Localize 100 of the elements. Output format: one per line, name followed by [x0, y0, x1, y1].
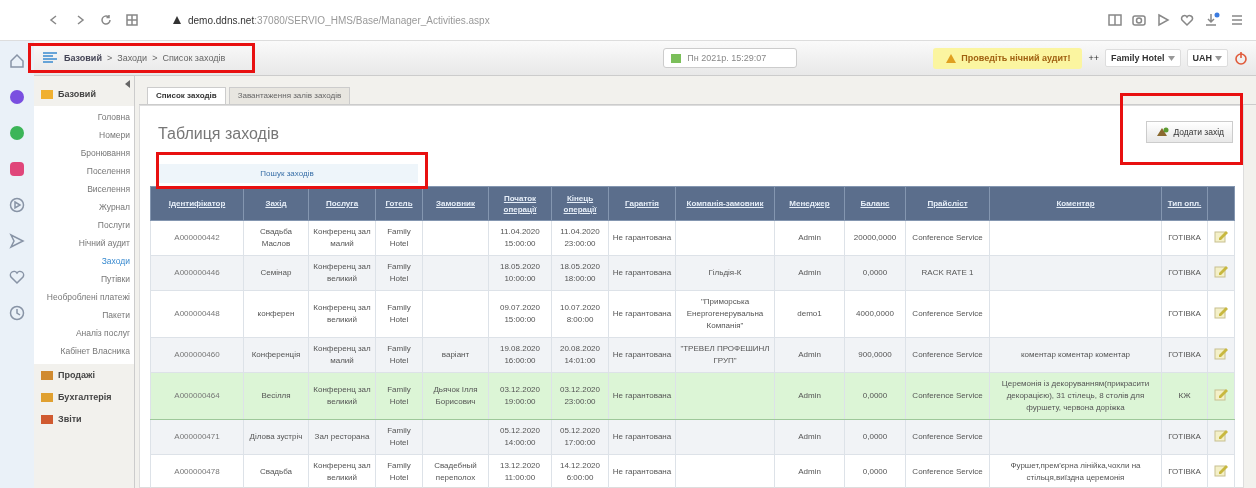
sidebar-item[interactable]: Кабінет Власника — [60, 342, 130, 360]
sidebar-item[interactable]: Журнал — [98, 198, 130, 216]
heart-icon[interactable] — [9, 269, 25, 285]
breadcrumb-link[interactable]: Заходи — [117, 53, 148, 63]
column-header[interactable]: Замовник — [422, 186, 489, 221]
table-cell: A000000464 — [150, 372, 244, 420]
table-cell: A000000442 — [150, 220, 244, 256]
table-cell: Conference Service — [905, 290, 990, 338]
table-cell: A000000478 — [150, 454, 244, 488]
tab[interactable]: Завантаження залів заходів — [228, 87, 351, 104]
sidebar-section[interactable]: Продажі — [58, 370, 95, 380]
table-cell: Конференц зал малий — [308, 220, 376, 256]
heart-icon[interactable] — [1180, 13, 1194, 27]
sidebar-item[interactable]: Бронювання — [80, 144, 130, 162]
table-cell: Family Hotel — [375, 290, 423, 338]
sidebar-item[interactable]: Необроблені платежі — [46, 288, 130, 306]
clock-icon[interactable] — [9, 305, 25, 321]
table-cell: Admin — [774, 419, 845, 455]
column-header[interactable]: Гарантія — [608, 186, 676, 221]
sidebar-item[interactable]: Аналіз послуг — [75, 324, 130, 342]
address-field[interactable]: demo.ddns.net:37080/SERVIO_HMS/Base/Manager_Activities.aspx — [188, 14, 490, 26]
warning-text: Проведіть нічний аудит! — [961, 53, 1071, 63]
warning-banner[interactable]: Проведіть нічний аудит! — [933, 47, 1083, 69]
date-text: Пн 2021р. 15:29:07 — [687, 53, 767, 63]
column-header[interactable]: Кінець операції — [551, 186, 609, 221]
edit-icon[interactable] — [1214, 264, 1228, 278]
table-row[interactable]: A000000442 Свадьба Маслов Конференц зал малий Family Hotel 11.04.2020 15:00:00 11.04.2020 23:00:00 Не гарантована Admin 20000,0000 Conference Service ГОТІВКА — [150, 220, 1235, 256]
table-row[interactable]: A000000446 Семінар Конференц зал великий Family Hotel 18.05.2020 10:00:00 18.05.2020 18:00:00 Не гарантована Гільдія-К Admin 0,0000 RACK RATE 1 ГОТІВКА — [150, 255, 1235, 291]
table-cell: A000000448 — [150, 290, 244, 338]
table-cell: Свадьба Маслов — [243, 220, 309, 256]
currency-select[interactable]: UAH — [1186, 49, 1228, 67]
grid-icon[interactable] — [126, 14, 138, 26]
reload-icon[interactable] — [100, 14, 112, 26]
table-cell: 09.07.2020 15:00:00 — [488, 290, 552, 338]
table-row[interactable] — [150, 372, 1235, 420]
table-cell: Дьячок Ілля Борисович — [422, 372, 489, 420]
play-icon[interactable] — [9, 197, 25, 213]
sidebar-section[interactable]: Базовий — [58, 89, 96, 99]
power-icon[interactable] — [1234, 51, 1248, 65]
reader-icon[interactable] — [1108, 13, 1122, 27]
table-cell: 05.12.2020 14:00:00 — [488, 419, 552, 455]
sidebar-item[interactable]: Виселення — [87, 180, 130, 198]
table-cell: коментар коментар коментар — [989, 337, 1162, 373]
hotel-select[interactable]: Family Hotel — [1105, 49, 1181, 67]
table-cell: варіант — [422, 337, 489, 373]
column-header[interactable]: Менеджер — [774, 186, 845, 221]
table-row[interactable]: A000000448 конферен Конференц зал великий Family Hotel 09.07.2020 15:00:00 10.07.2020 8:00:00 Не гарантована "Приморська Енергогенерувальна Компанія" demo1 4000,0000 Conference Service ГОТІВКА — [150, 290, 1235, 338]
sidebar-section[interactable]: Бухгалтерія — [58, 392, 112, 402]
edit-icon[interactable] — [1214, 463, 1228, 477]
sidebar-section[interactable]: Звіти — [58, 414, 82, 424]
table-cell: Conference Service — [905, 337, 990, 373]
collapse-icon[interactable] — [125, 80, 130, 88]
sidebar-item[interactable]: Пакети — [102, 306, 130, 324]
table-cell: A000000460 — [150, 337, 244, 373]
table-row[interactable] — [150, 454, 1235, 488]
sidebar-item[interactable]: Поселення — [86, 162, 130, 180]
add-button[interactable]: Додати захід — [1146, 121, 1233, 143]
sidebar-item[interactable]: Номери — [99, 126, 130, 144]
search-link[interactable]: Пошук заходів — [156, 164, 418, 183]
table-cell: Не гарантована — [608, 337, 676, 373]
column-header[interactable]: Баланс — [844, 186, 906, 221]
column-header[interactable]: Прайсліст — [905, 186, 990, 221]
table-cell: Весілля — [243, 372, 309, 420]
play-icon[interactable] — [1156, 13, 1170, 27]
tab[interactable]: Список заходів — [147, 87, 226, 104]
edit-icon[interactable] — [1214, 387, 1228, 401]
column-header[interactable]: Початок операції — [488, 186, 552, 221]
home-icon[interactable] — [9, 53, 25, 69]
edit-icon[interactable] — [1214, 305, 1228, 319]
table-cell: Не гарантована — [608, 419, 676, 455]
table-cell: RACK RATE 1 — [905, 255, 990, 291]
sidebar-item[interactable]: Послуги — [97, 216, 130, 234]
table-cell: Семінар — [243, 255, 309, 291]
send-icon[interactable] — [9, 233, 25, 249]
table-row[interactable]: A000000471 Ділова зустріч Зал ресторана Family Hotel 05.12.2020 14:00:00 05.12.2020 17:00:00 Не гарантована Admin 0,0000 Conference Service ГОТІВКА — [150, 419, 1235, 455]
breadcrumb-link[interactable]: Список заходів — [162, 53, 226, 63]
table-cell: 11.04.2020 15:00:00 — [488, 220, 552, 256]
menu-icon[interactable] — [1230, 13, 1244, 27]
edit-icon[interactable] — [1214, 346, 1228, 360]
edit-icon[interactable] — [1214, 229, 1228, 243]
breadcrumb-link[interactable]: Базовий — [64, 53, 102, 63]
table-cell: Ділова зустріч — [243, 419, 309, 455]
sidebar-item[interactable]: Заходи — [101, 252, 130, 270]
table-cell: Не гарантована — [608, 290, 676, 338]
table-row[interactable] — [150, 337, 1235, 373]
download-icon[interactable] — [1204, 12, 1220, 28]
column-header[interactable]: Коментар — [989, 186, 1162, 221]
table-cell: Церемонія із декоруванням(прикрасити декорацією), 31 стілець, 8 столів для фуршету, червона доріжка — [989, 372, 1162, 420]
table-cell: Конференція — [243, 337, 309, 373]
edit-icon[interactable] — [1214, 428, 1228, 442]
column-header[interactable]: Компанія-замовник — [675, 186, 775, 221]
column-header[interactable]: Тип опл. — [1161, 186, 1208, 221]
table-cell: ГОТІВКА — [1161, 419, 1208, 455]
sidebar-item[interactable]: Головна — [97, 108, 130, 126]
sidebar-item[interactable]: Путівки — [100, 270, 130, 288]
sidebar-item[interactable]: Нічний аудит — [78, 234, 130, 252]
table-cell: Зал ресторана — [308, 419, 376, 455]
table-cell: A000000446 — [150, 255, 244, 291]
breadcrumb-separator: > — [152, 53, 158, 63]
menu-icon[interactable] — [42, 51, 58, 65]
